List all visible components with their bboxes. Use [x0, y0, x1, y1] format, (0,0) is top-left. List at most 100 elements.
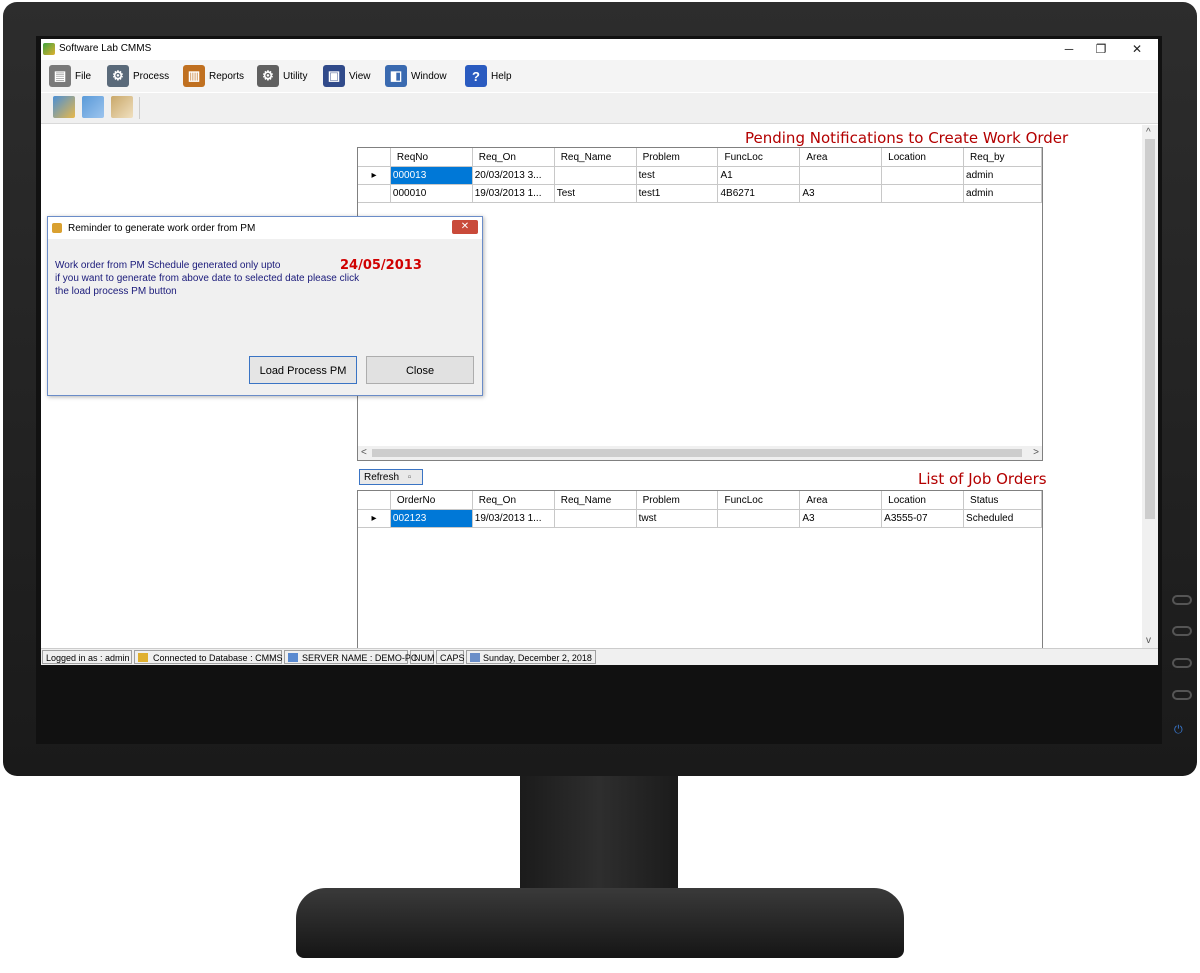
- title-bar: Software Lab CMMS ─ ❐ ✕: [41, 39, 1158, 59]
- dialog-message-line: if you want to generate from above date …: [55, 273, 360, 284]
- table-cell[interactable]: 19/03/2013 1...: [472, 509, 555, 528]
- status-caps: CAPS: [436, 650, 465, 664]
- table-cell[interactable]: test: [636, 166, 719, 185]
- table-cell[interactable]: Scheduled: [963, 509, 1042, 528]
- table-cell[interactable]: A3: [799, 184, 883, 203]
- table-cell[interactable]: A1: [717, 166, 801, 185]
- scroll-down-icon[interactable]: v: [1146, 635, 1151, 646]
- menu-file[interactable]: ▤ File: [49, 64, 91, 88]
- process-gears-icon: ⚙: [107, 65, 129, 87]
- window-title: Software Lab CMMS: [59, 43, 152, 54]
- table-cell[interactable]: admin: [963, 166, 1042, 185]
- column-header[interactable]: Problem: [636, 491, 719, 510]
- paste-icon[interactable]: [111, 96, 133, 118]
- column-header[interactable]: ReqNo: [390, 148, 473, 167]
- menu-bar: ▤ File ⚙ Process ▥ Reports ⚙ Utility ▣ V…: [41, 60, 1158, 92]
- table-cell[interactable]: [554, 509, 637, 528]
- scrollbar-thumb[interactable]: [372, 449, 1022, 457]
- table-cell[interactable]: Test: [554, 184, 637, 203]
- restore-button[interactable]: ❐: [1084, 39, 1118, 59]
- row-header-cell: [358, 148, 391, 167]
- table-row[interactable]: ▸ 002123 19/03/2013 1... twst A3 A3555-0…: [358, 509, 1042, 528]
- table-cell[interactable]: 000013: [390, 166, 473, 185]
- cut-icon[interactable]: [53, 96, 75, 118]
- copy-icon[interactable]: [82, 96, 104, 118]
- status-database: Connected to Database : CMMS: [134, 650, 283, 664]
- row-header-cell: [358, 491, 391, 510]
- table-header-row: OrderNo Req_On Req_Name Problem FuncLoc …: [358, 491, 1042, 510]
- column-header[interactable]: Area: [799, 148, 883, 167]
- column-header[interactable]: Problem: [636, 148, 719, 167]
- table-cell[interactable]: A3555-07: [881, 509, 965, 528]
- menu-window[interactable]: ◧ Window: [385, 64, 447, 88]
- window-icon: ◧: [385, 65, 407, 87]
- menu-reports[interactable]: ▥ Reports: [183, 64, 244, 88]
- column-header[interactable]: Area: [799, 491, 883, 510]
- view-monitor-icon: ▣: [323, 65, 345, 87]
- menu-process[interactable]: ⚙ Process: [107, 64, 169, 88]
- monitor-stand-neck: [520, 776, 678, 896]
- scroll-left-icon[interactable]: <: [361, 447, 367, 458]
- table-cell[interactable]: [717, 509, 801, 528]
- table-cell[interactable]: 20/03/2013 3...: [472, 166, 555, 185]
- minimize-button[interactable]: ─: [1052, 39, 1086, 59]
- refresh-button[interactable]: Refresh ▫: [359, 469, 423, 485]
- menu-label: Reports: [209, 70, 245, 82]
- table-cell[interactable]: A3: [799, 509, 883, 528]
- status-logged-in: Logged in as : admin: [42, 650, 132, 664]
- table-header-row: ReqNo Req_On Req_Name Problem FuncLoc Ar…: [358, 148, 1042, 167]
- pending-table: ReqNo Req_On Req_Name Problem FuncLoc Ar…: [358, 148, 1042, 203]
- column-header[interactable]: Req_On: [472, 491, 555, 510]
- column-header[interactable]: Req_On: [472, 148, 555, 167]
- column-header[interactable]: Req_Name: [554, 148, 637, 167]
- status-bar: Logged in as : admin Connected to Databa…: [41, 648, 1158, 665]
- table-cell[interactable]: admin: [963, 184, 1042, 203]
- column-header[interactable]: Req_by: [963, 148, 1042, 167]
- table-cell[interactable]: [799, 166, 883, 185]
- horizontal-scrollbar[interactable]: < >: [358, 446, 1042, 460]
- table-cell[interactable]: test1: [636, 184, 719, 203]
- job-orders-title: List of Job Orders: [918, 470, 1047, 488]
- column-header[interactable]: Status: [963, 491, 1042, 510]
- monitor-stand-base: [296, 888, 904, 958]
- table-cell[interactable]: 4B6271: [717, 184, 801, 203]
- menu-view[interactable]: ▣ View: [323, 64, 371, 88]
- scroll-up-icon[interactable]: ^: [1146, 127, 1151, 138]
- menu-label: View: [349, 70, 371, 82]
- table-cell[interactable]: 19/03/2013 1...: [472, 184, 555, 203]
- status-database-label: Connected to Database : CMMS: [153, 653, 283, 663]
- status-server-label: SERVER NAME : DEMO-PC: [302, 653, 418, 663]
- dialog-close-button[interactable]: Close: [366, 356, 474, 384]
- column-header[interactable]: Req_Name: [554, 491, 637, 510]
- table-cell[interactable]: 002123: [390, 509, 473, 528]
- dialog-close-icon[interactable]: ✕: [452, 220, 478, 234]
- table-cell[interactable]: twst: [636, 509, 719, 528]
- table-cell[interactable]: [881, 166, 965, 185]
- vertical-scrollbar[interactable]: ^ v: [1142, 125, 1158, 648]
- load-process-pm-button[interactable]: Load Process PM: [249, 356, 357, 384]
- table-cell[interactable]: [881, 184, 965, 203]
- column-header[interactable]: Location: [881, 491, 965, 510]
- status-date-label: Sunday, December 2, 2018: [483, 653, 592, 663]
- database-icon: [138, 653, 148, 662]
- table-row[interactable]: ▸ 000013 20/03/2013 3... test A1 admin: [358, 166, 1042, 185]
- power-icon: ⏻: [1174, 724, 1183, 736]
- close-window-button[interactable]: ✕: [1120, 39, 1154, 59]
- column-header[interactable]: FuncLoc: [717, 491, 801, 510]
- scroll-right-icon[interactable]: >: [1033, 447, 1039, 458]
- column-header[interactable]: Location: [881, 148, 965, 167]
- monitor-side-button: [1172, 595, 1192, 605]
- row-header-cell: [358, 184, 391, 203]
- scrollbar-thumb[interactable]: [1145, 139, 1155, 519]
- menu-label: Process: [133, 70, 170, 82]
- menu-utility[interactable]: ⚙ Utility: [257, 64, 307, 88]
- menu-help[interactable]: ? Help: [465, 64, 512, 88]
- table-cell[interactable]: 000010: [390, 184, 473, 203]
- table-row[interactable]: 000010 19/03/2013 1... Test test1 4B6271…: [358, 184, 1042, 203]
- table-cell[interactable]: [554, 166, 637, 185]
- column-header[interactable]: FuncLoc: [717, 148, 801, 167]
- job-orders-table: OrderNo Req_On Req_Name Problem FuncLoc …: [358, 491, 1042, 528]
- column-header[interactable]: OrderNo: [390, 491, 473, 510]
- utility-gear-icon: ⚙: [257, 65, 279, 87]
- pending-notifications-title: Pending Notifications to Create Work Ord…: [745, 129, 1069, 147]
